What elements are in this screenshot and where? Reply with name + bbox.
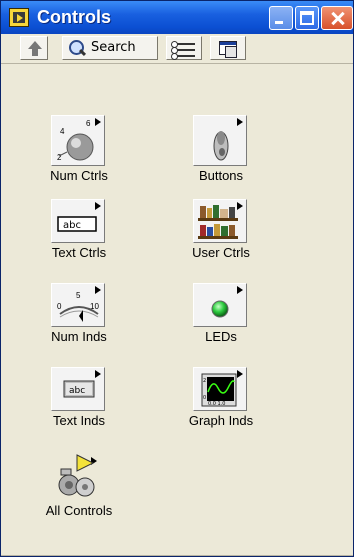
palette-item-text-ctrls[interactable]: abc Text Ctrls [24, 199, 134, 271]
meter-icon: 0 5 10 [51, 283, 105, 327]
palette-content: 2 4 6 Num Ctrls Buttons abc Text Ctrls U… [1, 64, 353, 556]
svg-text:4: 4 [60, 127, 65, 136]
labview-app-icon [9, 8, 29, 27]
palette-item-label: Num Inds [51, 329, 107, 344]
graph-icon: 2 0 0.0 1.0 [193, 367, 247, 411]
palette-item-graph-inds[interactable]: 2 0 0.0 1.0 Graph Inds [166, 367, 276, 439]
palette-item-all-controls[interactable]: All Controls [24, 451, 134, 523]
palette-item-label: Buttons [198, 168, 244, 183]
palette-item-text-inds[interactable]: abc Text Inds [24, 367, 134, 439]
search-label: Search [91, 40, 136, 55]
bookshelf-icon [193, 199, 247, 243]
palette-item-label: Text Ctrls [51, 245, 107, 260]
title-bar[interactable]: Controls [1, 1, 353, 34]
text-indicator-icon: abc [51, 367, 105, 411]
svg-text:0: 0 [203, 395, 206, 401]
palette-item-num-inds[interactable]: 0 5 10 Num Inds [24, 283, 134, 355]
svg-text:0.0 1.0: 0.0 1.0 [208, 401, 226, 407]
controls-window: Controls Search 2 4 6 Num Ctrls Buttons … [0, 0, 354, 557]
close-button[interactable] [321, 6, 353, 30]
all-controls-icon [51, 451, 105, 501]
palette-item-leds[interactable]: LEDs [166, 283, 276, 355]
search-button[interactable]: Search [62, 36, 158, 60]
view-options-button[interactable] [166, 36, 202, 60]
palette-item-user-ctrls[interactable]: User Ctrls [166, 199, 276, 271]
svg-text:abc: abc [63, 220, 81, 231]
svg-text:6: 6 [86, 119, 91, 128]
palette-item-label: Graph Inds [188, 413, 254, 428]
maximize-button[interactable] [295, 6, 319, 30]
svg-text:5: 5 [76, 291, 81, 300]
restore-palette-button[interactable] [210, 36, 246, 60]
palette-item-label: LEDs [205, 329, 237, 344]
text-box-icon: abc [51, 199, 105, 243]
palette-item-num-ctrls[interactable]: 2 4 6 Num Ctrls [24, 115, 134, 187]
palette-item-label: User Ctrls [192, 245, 250, 260]
toggle-switch-icon [193, 115, 247, 166]
palette-item-buttons[interactable]: Buttons [166, 115, 276, 187]
svg-text:abc: abc [69, 386, 85, 396]
svg-text:2: 2 [203, 378, 206, 384]
svg-text:0: 0 [57, 302, 62, 311]
up-level-button[interactable] [20, 36, 48, 60]
minimize-button[interactable] [269, 6, 293, 30]
knob-icon: 2 4 6 [51, 115, 105, 166]
palette-item-label: Num Ctrls [50, 168, 108, 183]
palette-toolbar: Search [1, 34, 353, 64]
led-icon [193, 283, 247, 327]
palette-item-label: Text Inds [52, 413, 106, 428]
palette-item-label: All Controls [45, 503, 113, 518]
window-title: Controls [37, 7, 111, 27]
